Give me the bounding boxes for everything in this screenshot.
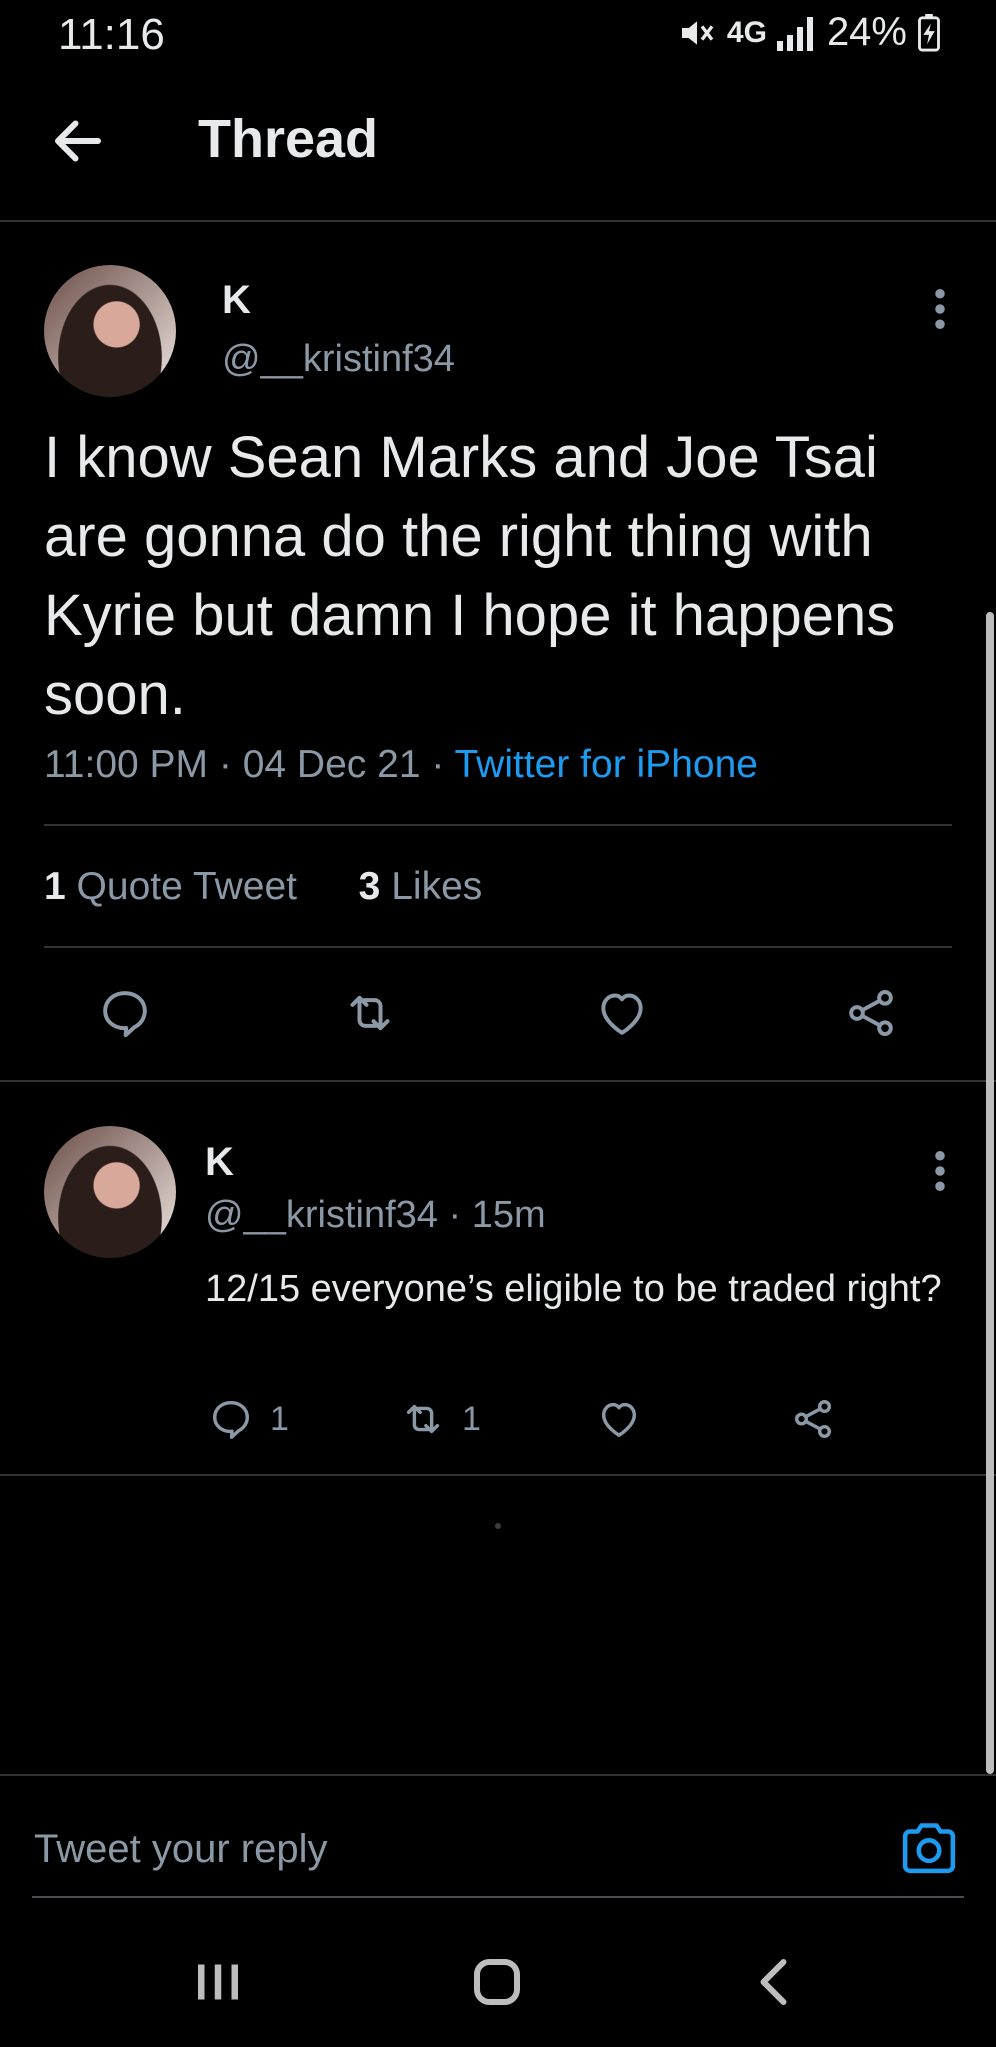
back-nav-icon[interactable] (746, 1952, 806, 2012)
like-heart-icon[interactable] (594, 985, 650, 1041)
avatar[interactable] (44, 265, 176, 397)
battery-percent: 24% (826, 10, 907, 54)
share-icon[interactable] (843, 985, 899, 1041)
home-icon[interactable] (467, 1952, 527, 2012)
tweet-source-link[interactable]: Twitter for iPhone (454, 743, 757, 786)
author-name[interactable]: K (222, 278, 251, 323)
top-app-bar (0, 80, 996, 222)
network-label: 4G (726, 15, 767, 49)
likes-count: 3 (358, 865, 381, 908)
loading-dot (495, 1523, 501, 1529)
meta-separator: · (431, 743, 455, 786)
divider (44, 824, 952, 826)
quote-label: Quote Tweet (76, 865, 297, 908)
reply-more-options-icon[interactable] (934, 1150, 946, 1192)
reply-text: 12/15 everyone’s eligible to be traded r… (205, 1268, 942, 1310)
page-title: Thread (198, 109, 379, 169)
meta-separator: · (448, 1194, 472, 1236)
more-options-icon[interactable] (934, 288, 946, 330)
like-heart-icon (601, 1402, 637, 1438)
share-icon (794, 1400, 832, 1438)
compose-underline (32, 1896, 964, 1898)
status-icons: 4G 24% (677, 10, 941, 55)
reply-avatar[interactable] (44, 1126, 176, 1258)
meta-separator: · (218, 743, 243, 786)
divider (44, 946, 952, 948)
reply-meta: @__kristinf34 · 15m (205, 1194, 546, 1237)
quote-tweet-stat[interactable]: 1 Quote Tweet (44, 865, 297, 908)
reply-age: 15m (471, 1194, 546, 1236)
divider (0, 1080, 996, 1082)
signal-icon (776, 16, 813, 51)
reply-count: 1 (270, 1399, 289, 1438)
status-time: 11:16 (58, 10, 165, 59)
reply-author-handle[interactable]: @__kristinf34 (205, 1194, 438, 1236)
reply-retweet-action[interactable]: 1 (400, 1396, 481, 1442)
camera-icon[interactable] (898, 1818, 960, 1876)
likes-stat[interactable]: 3 Likes (359, 865, 483, 908)
recent-apps-icon[interactable] (188, 1952, 248, 2012)
reply-icon (212, 1400, 250, 1439)
retweet-icon (406, 1404, 440, 1434)
reply-like-action[interactable] (596, 1396, 642, 1442)
compose-divider (0, 1774, 996, 1776)
back-arrow-icon[interactable] (48, 111, 108, 171)
battery-charging-icon (918, 13, 940, 52)
mute-icon (681, 20, 714, 45)
retweet-count: 1 (462, 1399, 481, 1438)
retweet-icon[interactable] (342, 985, 398, 1041)
tweet-date: 04 Dec 21 (242, 743, 421, 786)
tweet-time: 11:00 PM (44, 743, 209, 786)
likes-label: Likes (391, 865, 483, 908)
quote-count: 1 (44, 865, 66, 908)
tweet-meta: 11:00 PM · 04 Dec 21 · Twitter for iPhon… (44, 743, 758, 787)
reply-reply-action[interactable]: 1 (208, 1396, 289, 1442)
author-handle[interactable]: @__kristinf34 (222, 338, 455, 381)
reply-author-name[interactable]: K (205, 1140, 234, 1185)
reply-share-action[interactable] (790, 1396, 836, 1442)
divider (0, 1474, 996, 1476)
tweet-text: I know Sean Marks and Joe Tsai are gonna… (44, 425, 896, 727)
tweet-stats: 1 Quote Tweet 3 Likes (44, 865, 482, 909)
scrollbar[interactable] (986, 612, 994, 1774)
reply-icon[interactable] (97, 985, 153, 1041)
tweet-reply-input[interactable] (32, 1818, 856, 1880)
